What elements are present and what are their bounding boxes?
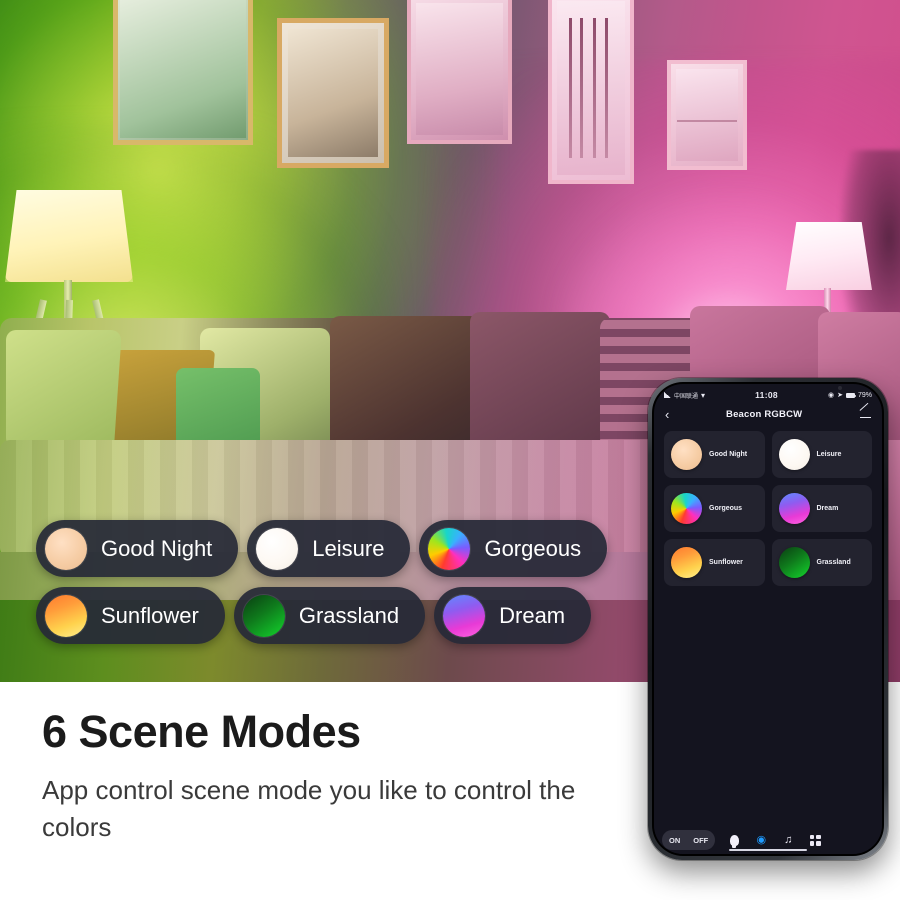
scene-chip-grassland[interactable]: Grassland — [233, 587, 426, 644]
scene-chip-leisure[interactable]: Leisure — [247, 520, 411, 577]
scene-swatch-icon — [671, 439, 702, 470]
marketing-copy: 6 Scene Modes App control scene mode you… — [42, 706, 642, 846]
carrier-label: 中国联通 — [674, 393, 699, 400]
scene-mode-grid: Good Night Leisure Gorgeous Dream Sunflo… — [654, 429, 882, 824]
grid-icon[interactable] — [808, 833, 822, 847]
status-bar-left: 中国联通 ▾ — [664, 391, 705, 400]
scene-chip-row: Good Night Leisure Gorgeous — [36, 520, 656, 577]
scene-swatch-icon — [443, 594, 486, 637]
scene-card-sunflower[interactable]: Sunflower — [664, 539, 765, 586]
power-toggle-group[interactable]: ON OFF — [662, 830, 716, 850]
phone-screen: 中国联通 ▾ 11:08 ◉ ➤ 79% ‹ Beacon RGBCW Good… — [654, 384, 882, 854]
status-bar: 中国联通 ▾ 11:08 ◉ ➤ 79% — [654, 384, 882, 402]
scene-swatch-icon — [778, 547, 810, 578]
scene-card-label: Good Night — [709, 450, 748, 458]
scene-chip-label: Dream — [499, 602, 566, 628]
status-time: 11:08 — [755, 390, 778, 400]
scene-card-label: Gorgeous — [709, 504, 743, 512]
pencil-edit-icon[interactable] — [859, 409, 871, 421]
scene-chip-gorgeous[interactable]: Gorgeous — [419, 520, 608, 577]
scene-chip-label: Leisure — [312, 535, 385, 561]
scene-card-grassland[interactable]: Grassland — [771, 539, 872, 586]
power-on-button[interactable]: ON — [665, 836, 684, 845]
scene-swatch-icon — [671, 547, 702, 578]
palette-icon[interactable]: ◉ — [754, 833, 768, 847]
scene-card-leisure[interactable]: Leisure — [771, 431, 872, 478]
device-title: Beacon RGBCW — [726, 409, 803, 420]
sofa-pillow — [470, 312, 610, 454]
table-lamp-shade — [786, 222, 872, 290]
scene-swatch-icon — [45, 527, 87, 570]
tab-icon-group: ◉ ♫ — [727, 833, 822, 848]
scene-swatch-icon — [256, 527, 299, 570]
scene-card-gorgeous[interactable]: Gorgeous — [664, 485, 765, 532]
home-indicator — [729, 848, 807, 851]
scene-chip-good-night[interactable]: Good Night — [36, 520, 239, 577]
phone-mockup: 中国联通 ▾ 11:08 ◉ ➤ 79% ‹ Beacon RGBCW Good… — [648, 378, 888, 860]
scene-swatch-icon — [778, 439, 810, 470]
power-off-button[interactable]: OFF — [689, 836, 712, 845]
scene-card-dream[interactable]: Dream — [771, 485, 872, 532]
front-camera-icon — [838, 386, 842, 390]
scene-chip-row: Sunflower Grassland Dream — [36, 587, 656, 644]
sofa-pillow — [330, 316, 480, 456]
bulb-icon[interactable] — [727, 833, 741, 848]
floor-lamp-shade — [5, 190, 133, 282]
scene-card-good-night[interactable]: Good Night — [664, 431, 765, 478]
battery-icon — [845, 392, 857, 398]
scene-swatch-icon — [778, 493, 810, 524]
chevron-left-icon[interactable]: ‹ — [665, 408, 669, 421]
scene-chip-dream[interactable]: Dream — [434, 587, 592, 644]
wall-frame-5 — [667, 60, 747, 170]
status-bar-right: ◉ ➤ 79% — [828, 391, 872, 400]
scene-card-label: Grassland — [816, 558, 851, 566]
scene-card-label: Dream — [816, 504, 839, 512]
scene-card-label: Sunflower — [709, 558, 743, 566]
location-icon: ➤ — [837, 392, 843, 399]
page-title: 6 Scene Modes — [42, 706, 361, 757]
phone-bezel: 中国联通 ▾ 11:08 ◉ ➤ 79% ‹ Beacon RGBCW Good… — [652, 382, 884, 856]
page-subtitle: App control scene mode you like to contr… — [42, 775, 576, 842]
scene-chip-sunflower[interactable]: Sunflower — [36, 587, 225, 644]
scene-swatch-icon — [671, 493, 702, 524]
app-nav-bar: ‹ Beacon RGBCW — [654, 402, 882, 429]
scene-chip-label: Grassland — [298, 602, 400, 628]
wall-frame-1 — [113, 0, 253, 145]
wall-frame-4 — [548, 0, 634, 184]
scene-chip-label: Gorgeous — [484, 535, 582, 561]
wall-frame-2 — [277, 18, 389, 168]
scene-chip-label: Good Night — [101, 535, 213, 561]
music-icon[interactable]: ♫ — [781, 833, 795, 847]
scene-swatch-icon — [45, 594, 87, 637]
signal-bars-icon — [664, 392, 671, 398]
scene-chip-overlay: Good Night Leisure Gorgeous Sunflower Gr… — [36, 520, 656, 654]
battery-percent: 79% — [857, 391, 872, 399]
scene-card-label: Leisure — [816, 450, 842, 458]
alarm-icon: ◉ — [828, 392, 835, 399]
scene-swatch-icon — [428, 527, 471, 570]
wall-frame-3 — [407, 0, 512, 144]
sofa-pillow — [6, 330, 121, 448]
scene-swatch-icon — [242, 594, 285, 637]
wifi-icon: ▾ — [701, 390, 706, 400]
scene-chip-label: Sunflower — [101, 602, 199, 628]
